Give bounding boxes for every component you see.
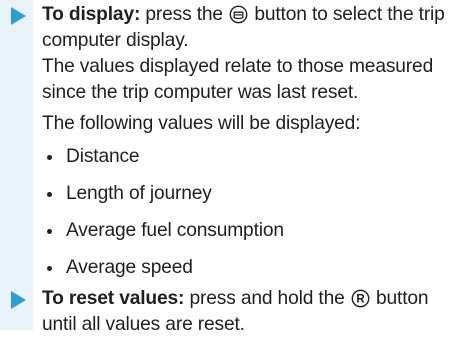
bullet-dot-icon <box>47 229 52 234</box>
displayed-value-label: Length of journey <box>66 183 212 204</box>
displayed-value-label: Average speed <box>66 257 193 278</box>
manual-page: To display: press the button to select t… <box>0 0 455 335</box>
displayed-value-item-distance: Distance <box>42 144 450 170</box>
bullet-dot-icon <box>47 192 52 197</box>
display-step-text: To display: press the button to select t… <box>42 2 450 106</box>
trip-computer-info-text: The values displayed relate to those mea… <box>42 56 434 103</box>
display-step: To display: press the button to select t… <box>11 2 450 281</box>
bullet-dot-icon <box>47 155 52 160</box>
bullet-dot-icon <box>47 266 52 271</box>
trip-computer-button-icon <box>229 5 248 24</box>
displayed-values-list: Distance Length of journey Average fuel … <box>42 144 450 281</box>
step-arrow-icon <box>11 291 26 309</box>
display-step-label: To display: <box>42 4 141 25</box>
displayed-value-item-average-speed: Average speed <box>42 255 450 281</box>
instruction-side-band <box>0 0 33 330</box>
step-arrow-icon <box>11 7 26 25</box>
displayed-value-item-length-of-journey: Length of journey <box>42 181 450 207</box>
r-button-letter: R <box>356 294 365 306</box>
displayed-value-label: Distance <box>66 146 140 167</box>
displayed-values-intro: The following values will be displayed: <box>42 113 361 134</box>
displayed-value-item-average-fuel-consumption: Average fuel consumption <box>42 218 450 244</box>
reset-step-label: To reset values: <box>42 288 185 309</box>
reset-step-text: To reset values: press and hold the R bu… <box>42 286 450 338</box>
r-button-icon: R <box>351 289 370 308</box>
reset-step: To reset values: press and hold the R bu… <box>11 286 450 338</box>
instruction-content: To display: press the button to select t… <box>11 2 450 338</box>
displayed-value-label: Average fuel consumption <box>66 220 284 241</box>
reset-step-text-before-icon: press and hold the <box>184 288 350 309</box>
display-step-text-before-icon: press the <box>140 4 229 25</box>
